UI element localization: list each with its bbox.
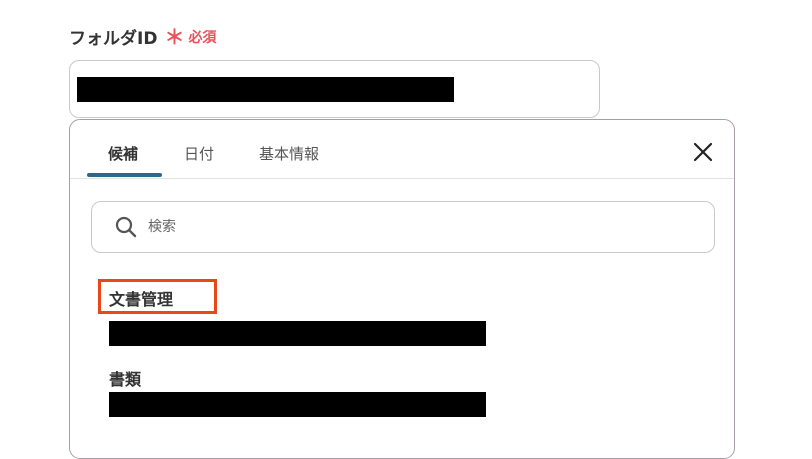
option-item[interactable]: 書類 xyxy=(109,366,141,390)
option-title: 文書管理 xyxy=(109,290,174,309)
suggestion-dropdown: 候補 日付 基本情報 文書管理 書類 xyxy=(69,119,735,459)
option-title: 書類 xyxy=(109,370,142,389)
tab-date[interactable]: 日付 xyxy=(184,143,214,164)
tab-basic-info[interactable]: 基本情報 xyxy=(259,143,319,164)
required-badge: 必須 xyxy=(188,29,217,46)
field-label-text: フォルダID xyxy=(69,29,158,49)
close-button[interactable] xyxy=(692,141,714,163)
required-star-icon: ＊ xyxy=(164,24,185,49)
field-label: フォルダID ＊ 必須 xyxy=(69,24,217,50)
redacted-option-value xyxy=(109,392,486,417)
option-item[interactable]: 文書管理 xyxy=(109,286,173,310)
redacted-value xyxy=(77,77,454,102)
search-input[interactable] xyxy=(146,218,690,236)
tab-bar: 候補 日付 基本情報 xyxy=(70,120,734,179)
redacted-option-value xyxy=(109,321,486,346)
folder-id-input[interactable] xyxy=(69,60,600,118)
search-box[interactable] xyxy=(91,201,715,253)
active-tab-indicator xyxy=(87,173,162,177)
tab-candidates[interactable]: 候補 xyxy=(108,143,138,164)
search-icon xyxy=(114,215,138,239)
close-icon xyxy=(693,142,713,162)
